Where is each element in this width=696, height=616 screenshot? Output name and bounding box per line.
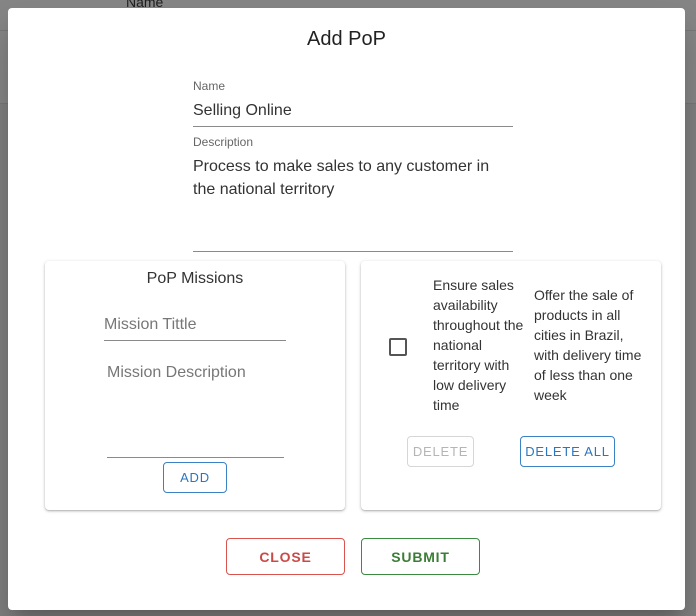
mission-title-underline [104,340,286,341]
mission-row-title: Ensure sales availability throughout the… [433,277,524,413]
mission-description-input[interactable]: Mission Description [107,364,246,382]
add-pop-dialog: Add PoP Name Selling Online Description … [8,8,685,610]
add-mission-button[interactable]: ADD [163,462,227,493]
close-button[interactable]: CLOSE [226,538,345,575]
submit-button[interactable]: SUBMIT [361,538,480,575]
pop-missions-title: PoP Missions [146,270,244,287]
description-textarea[interactable]: Process to make sales to any customer in… [193,155,509,201]
mission-row-description: Offer the sale of products in all cities… [534,287,642,403]
name-input-underline [193,126,513,127]
mission-row-checkbox[interactable] [389,338,407,356]
dialog-title: Add PoP [307,28,386,50]
name-input[interactable]: Selling Online [193,99,513,122]
mission-title-input[interactable]: Mission Tittle [104,316,196,334]
delete-all-button[interactable]: DELETE ALL [520,436,615,467]
delete-button[interactable]: DELETE [407,436,474,467]
description-underline [193,251,513,252]
name-label: Name [193,79,226,93]
missions-list-card: Ensure sales availability throughout the… [361,261,661,510]
pop-missions-card: PoP Missions Mission Tittle Mission Desc… [45,261,345,510]
description-label: Description [193,135,254,149]
mission-description-underline [107,457,284,458]
